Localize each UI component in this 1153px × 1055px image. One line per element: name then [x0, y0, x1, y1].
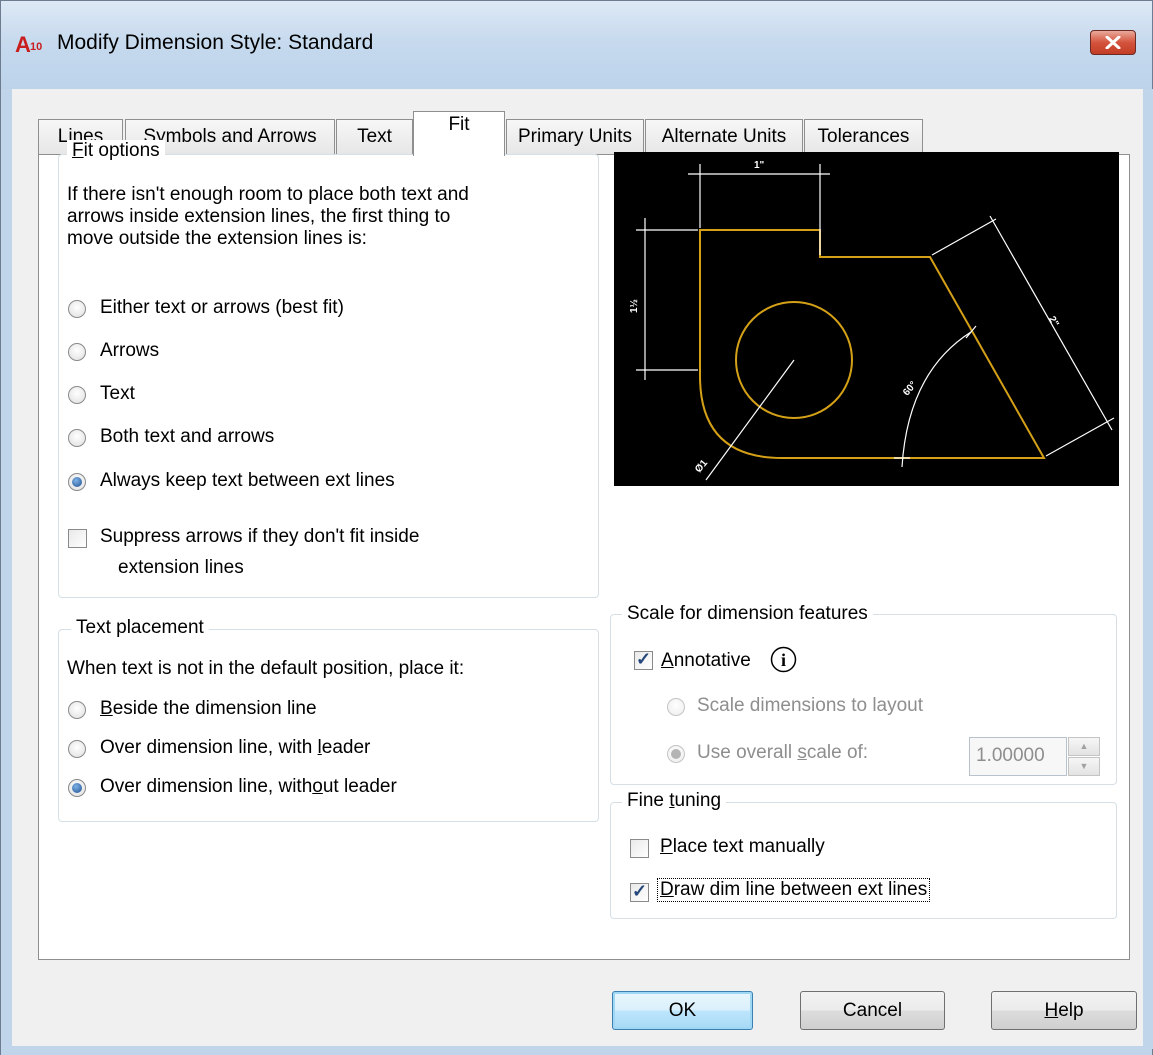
overall-scale-input[interactable]: 1.00000 [969, 737, 1067, 776]
cancel-button[interactable]: Cancel [800, 991, 945, 1030]
title-bar[interactable]: A 10 Modify Dimension Style: Standard [1, 1, 1152, 89]
radio-label-both-text-and-arrows[interactable]: Both text and arrows [100, 426, 274, 448]
radio-label-arrows[interactable]: Arrows [100, 340, 159, 362]
spinner-down-button[interactable]: ▼ [1068, 757, 1100, 776]
annotative-label[interactable]: Annotative [661, 650, 751, 672]
suppress-arrows-label-line-2[interactable]: extension lines [118, 557, 244, 579]
radio-label-overall-scale[interactable]: Use overall scale of: [697, 742, 868, 764]
tab-label: Primary Units [517, 126, 632, 147]
spinner-up-button[interactable]: ▲ [1068, 737, 1100, 756]
tab-label: Alternate Units [661, 126, 787, 147]
radio-label-text[interactable]: Text [100, 383, 135, 405]
radio-overall-scale[interactable] [667, 745, 685, 763]
fit-options-description-line-1: If there isn't enough room to place both… [67, 184, 469, 205]
close-button[interactable] [1090, 30, 1136, 55]
window-title: Modify Dimension Style: Standard [57, 31, 374, 54]
modify-dimension-style-dialog: A 10 Modify Dimension Style: Standard Li… [0, 0, 1153, 1055]
window-frame-right [1143, 89, 1153, 1049]
dimension-preview-image: 1" 1½ 2" 60° Ø1 [614, 152, 1119, 486]
draw-dim-line-checkbox[interactable] [630, 881, 649, 902]
svg-text:10: 10 [30, 41, 42, 53]
fit-options-legend: Fit options [67, 140, 165, 162]
draw-dim-line-label[interactable]: Draw dim line between ext lines [656, 878, 931, 902]
text-placement-legend: Text placement [71, 617, 209, 639]
place-text-manually-label[interactable]: Place text manually [660, 836, 825, 858]
tab-label: Symbols and Arrows [143, 126, 317, 147]
radio-arrows[interactable] [68, 343, 86, 361]
window-frame-bottom [1, 1046, 1152, 1055]
radio-label-scale-to-layout[interactable]: Scale dimensions to layout [697, 695, 923, 717]
radio-label-over-line-without-leader[interactable]: Over dimension line, without leader [100, 776, 397, 798]
radio-scale-to-layout[interactable] [667, 698, 685, 716]
tab-label: Fit [448, 114, 470, 135]
autocad-app-icon: A 10 [15, 32, 42, 56]
info-icon[interactable]: i [770, 646, 797, 673]
radio-over-line-with-leader[interactable] [68, 740, 86, 758]
fine-tuning-legend: Fine tuning [622, 790, 727, 812]
fit-options-description-line-3: move outside the extension lines is: [67, 228, 367, 249]
radio-both-text-and-arrows[interactable] [68, 429, 86, 447]
scale-legend: Scale for dimension features [622, 603, 873, 625]
text-placement-description: When text is not in the default position… [67, 658, 465, 679]
radio-always-keep-text[interactable] [68, 473, 86, 491]
tab-label: Text [357, 126, 392, 147]
svg-text:i: i [781, 650, 786, 670]
close-icon [1105, 36, 1121, 49]
tab-label: Tolerances [817, 126, 910, 147]
radio-beside-dimension-line[interactable] [68, 701, 86, 719]
tab-primary-units[interactable]: Primary Units [506, 119, 644, 155]
place-text-manually-checkbox[interactable] [630, 839, 649, 858]
tab-text[interactable]: Text [336, 119, 413, 155]
window-frame-left [1, 89, 12, 1049]
fit-options-description-line-2: arrows inside extension lines, the first… [67, 206, 451, 227]
radio-best-fit[interactable] [68, 300, 86, 318]
suppress-arrows-label-line-1[interactable]: Suppress arrows if they don't fit inside [100, 526, 419, 548]
radio-label-always-keep-text[interactable]: Always keep text between ext lines [100, 470, 395, 492]
tab-fit[interactable]: Fit [413, 111, 505, 156]
tab-alternate-units[interactable]: Alternate Units [645, 119, 803, 155]
tab-tolerances[interactable]: Tolerances [804, 119, 923, 155]
svg-text:A: A [15, 32, 31, 56]
radio-label-over-line-with-leader[interactable]: Over dimension line, with leader [100, 737, 370, 759]
help-button[interactable]: Help [991, 991, 1137, 1030]
radio-label-best-fit[interactable]: Either text or arrows (best fit) [100, 297, 344, 319]
radio-text[interactable] [68, 386, 86, 404]
annotative-checkbox[interactable] [634, 649, 653, 670]
suppress-arrows-checkbox[interactable] [68, 529, 87, 548]
radio-label-beside-dimension-line[interactable]: Beside the dimension line [100, 698, 317, 720]
ok-button[interactable]: OK [612, 991, 753, 1030]
svg-text:1": 1" [754, 160, 765, 171]
radio-over-line-without-leader[interactable] [68, 779, 86, 797]
svg-text:1½: 1½ [629, 299, 640, 313]
fine-tuning-group [610, 802, 1117, 919]
